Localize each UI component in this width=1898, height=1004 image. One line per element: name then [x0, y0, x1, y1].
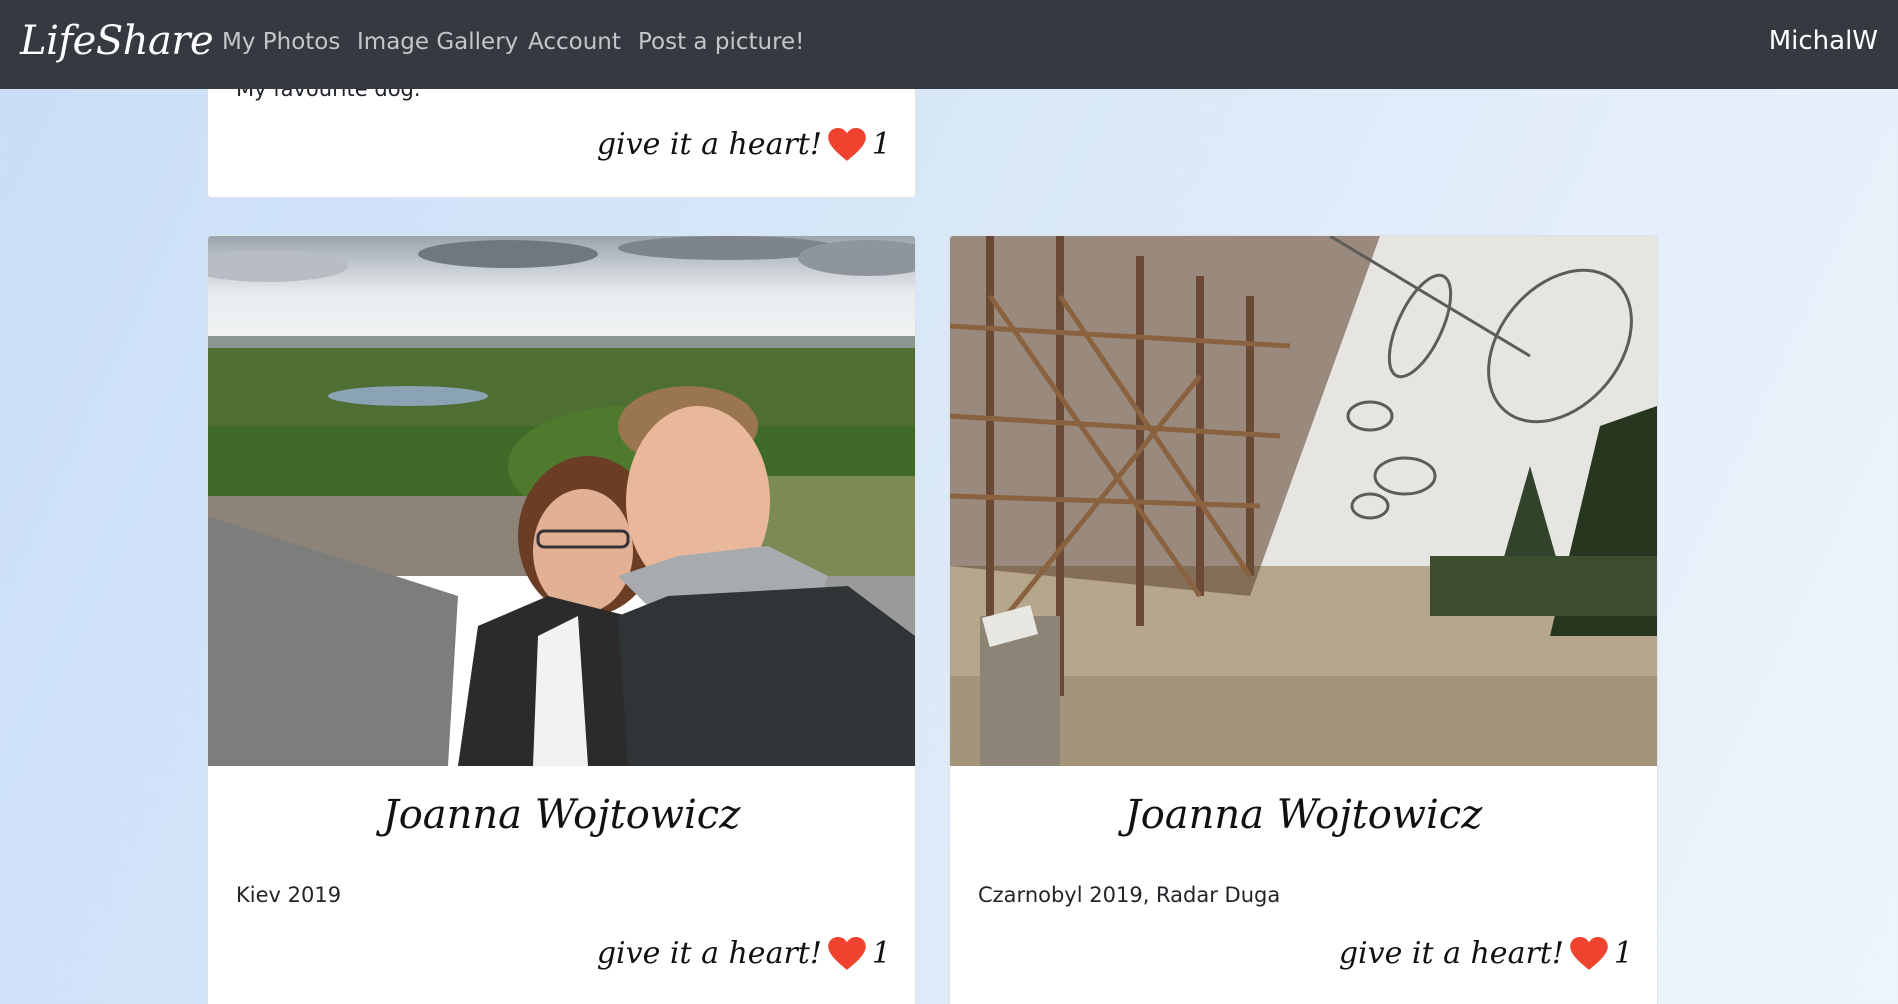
heart-icon[interactable]	[828, 936, 866, 971]
nav-my-photos[interactable]: My Photos	[222, 29, 340, 55]
heart-icon[interactable]	[828, 127, 866, 162]
post-photo[interactable]	[950, 236, 1657, 766]
heart-count: 1	[1613, 936, 1633, 971]
user-name[interactable]: MichalW	[1769, 26, 1878, 56]
heart-icon[interactable]	[1570, 936, 1608, 971]
post-description: Czarnobyl 2019, Radar Duga	[978, 883, 1281, 907]
heart-count: 1	[871, 936, 891, 971]
post-photo[interactable]	[208, 236, 915, 766]
nav-account[interactable]: Account	[528, 29, 621, 55]
heart-row: give it a heart! 1	[597, 127, 891, 162]
heart-row: give it a heart! 1	[597, 936, 891, 971]
post-card: Joanna Wojtowicz Kiev 2019 give it a hea…	[207, 235, 916, 1004]
post-author: Joanna Wojtowicz	[1124, 792, 1483, 838]
heart-row: give it a heart! 1	[1339, 936, 1633, 971]
post-description: Kiev 2019	[236, 883, 342, 907]
give-heart-label: give it a heart!	[596, 127, 822, 162]
nav-image-gallery[interactable]: Image Gallery	[357, 29, 518, 55]
give-heart-label: give it a heart!	[596, 936, 822, 971]
brand-logo[interactable]: LifeShare	[20, 18, 214, 64]
top-navbar: LifeShare My Photos Image Gallery Accoun…	[0, 0, 1898, 89]
post-card: Joanna Wojtowicz Czarnobyl 2019, Radar D…	[949, 235, 1658, 1004]
nav-post-picture[interactable]: Post a picture!	[638, 29, 804, 55]
give-heart-label: give it a heart!	[1338, 936, 1564, 971]
post-author: Joanna Wojtowicz	[382, 792, 741, 838]
heart-count: 1	[871, 127, 891, 162]
